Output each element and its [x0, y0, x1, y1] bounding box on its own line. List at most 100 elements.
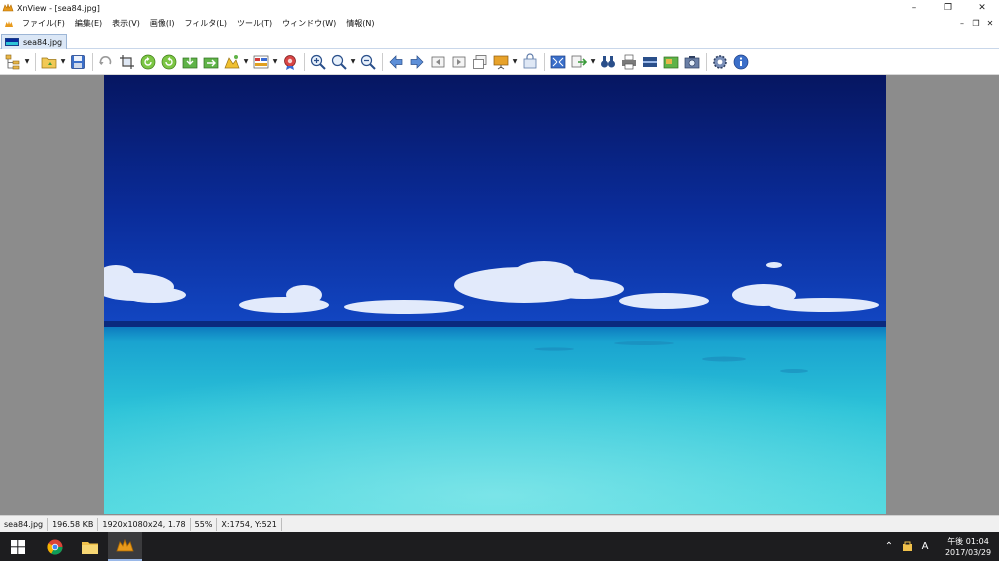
- last-icon: [449, 52, 469, 72]
- fullscreen-button[interactable]: [548, 51, 568, 73]
- mdi-minimize-icon[interactable]: –: [955, 19, 969, 28]
- minimize-icon: –: [911, 3, 917, 13]
- adjust-button[interactable]: ▼: [222, 51, 250, 73]
- chevron-down-icon[interactable]: ▼: [242, 52, 250, 72]
- gear-icon: [710, 52, 730, 72]
- open-folder-icon: [39, 52, 59, 72]
- fullscreen-icon: [548, 52, 568, 72]
- clock-date: 2017/03/29: [944, 547, 992, 557]
- chevron-down-icon[interactable]: ▼: [59, 52, 67, 72]
- menu-bar: ファイル(F) 編集(E) 表示(V) 画像(I) フィルタ(L) ツール(T)…: [0, 16, 999, 31]
- menu-tools[interactable]: ツール(T): [232, 18, 277, 29]
- menu-file[interactable]: ファイル(F): [17, 18, 70, 29]
- minimize-button[interactable]: –: [897, 0, 931, 16]
- export-button[interactable]: [201, 51, 221, 73]
- ime-mode-indicator[interactable]: A: [917, 539, 933, 555]
- export-icon: [201, 52, 221, 72]
- close-icon: ✕: [978, 3, 986, 13]
- toolbar: ▼ ▼ ▼ ▼ ▼ ▼ ▼: [0, 49, 999, 75]
- last-button[interactable]: [449, 51, 469, 73]
- browser-tree-icon: [3, 52, 23, 72]
- chevron-down-icon[interactable]: ▼: [23, 52, 31, 72]
- rotate-left-button[interactable]: [138, 51, 158, 73]
- menu-window[interactable]: ウィンドウ(W): [277, 18, 341, 29]
- restore-icon: ❐: [943, 3, 953, 13]
- import-button[interactable]: [180, 51, 200, 73]
- browser-tree-button[interactable]: ▼: [3, 51, 31, 73]
- print-button[interactable]: [619, 51, 639, 73]
- undo-button[interactable]: [96, 51, 116, 73]
- image-viewer[interactable]: [0, 75, 999, 515]
- chevron-down-icon[interactable]: ▼: [589, 52, 597, 72]
- copy-button[interactable]: [470, 51, 490, 73]
- menu-image[interactable]: 画像(I): [145, 18, 180, 29]
- ime-pad-icon[interactable]: [899, 539, 915, 555]
- tab-bar: sea84.jpg: [0, 31, 999, 49]
- mdi-close-icon[interactable]: ✕: [983, 19, 997, 28]
- chevron-down-icon[interactable]: ▼: [511, 52, 519, 72]
- start-button[interactable]: [0, 532, 36, 561]
- info-button[interactable]: [731, 51, 751, 73]
- camera-icon: [682, 52, 702, 72]
- taskbar-xnview[interactable]: [108, 532, 142, 561]
- find-button[interactable]: [598, 51, 618, 73]
- save-icon: [68, 52, 88, 72]
- zoom-icon: [329, 52, 349, 72]
- binoculars-icon: [598, 52, 618, 72]
- crop-icon: [117, 52, 137, 72]
- tab-sea84[interactable]: sea84.jpg: [1, 34, 67, 49]
- crop-button[interactable]: [117, 51, 137, 73]
- chevron-down-icon[interactable]: ▼: [271, 52, 279, 72]
- color-icon: [251, 52, 271, 72]
- toolbar-separator: [35, 52, 36, 71]
- effects-icon: [280, 52, 300, 72]
- restore-button[interactable]: ❐: [931, 0, 965, 16]
- zoom-in-button[interactable]: [308, 51, 328, 73]
- menu-filter[interactable]: フィルタ(L): [179, 18, 232, 29]
- mdi-restore-icon[interactable]: ❐: [969, 19, 983, 28]
- info-icon: [731, 52, 751, 72]
- slideshow-button[interactable]: ▼: [491, 51, 519, 73]
- menu-info[interactable]: 情報(N): [341, 18, 379, 29]
- convert-button[interactable]: ▼: [569, 51, 597, 73]
- chevron-up-icon[interactable]: ⌃: [881, 539, 897, 555]
- menu-view[interactable]: 表示(V): [107, 18, 145, 29]
- xnview-menu-icon[interactable]: [4, 19, 14, 29]
- system-tray: ⌃ A 午後 01:04 2017/03/29: [881, 532, 999, 561]
- chrome-icon: [47, 539, 63, 555]
- toolbar-separator: [544, 52, 545, 71]
- close-button[interactable]: ✕: [965, 0, 999, 16]
- first-button[interactable]: [428, 51, 448, 73]
- taskbar-chrome[interactable]: [38, 532, 72, 561]
- file-explorer-icon: [82, 541, 98, 554]
- toolbar-separator: [382, 52, 383, 71]
- chevron-down-icon[interactable]: ▼: [349, 52, 357, 72]
- taskbar-file-explorer[interactable]: [73, 532, 107, 561]
- settings-button[interactable]: [710, 51, 730, 73]
- title-bar: XnView - [sea84.jpg] – ❐ ✕: [0, 0, 999, 16]
- windows-logo-icon: [11, 539, 25, 554]
- zoom-button[interactable]: ▼: [329, 51, 357, 73]
- menu-edit[interactable]: 編集(E): [70, 18, 107, 29]
- rotate-left-icon: [138, 52, 158, 72]
- capture-button[interactable]: [661, 51, 681, 73]
- effects-button[interactable]: [280, 51, 300, 73]
- previous-button[interactable]: [386, 51, 406, 73]
- status-dimensions: 1920x1080x24, 1.78: [98, 517, 191, 531]
- status-zoom: 55%: [191, 517, 218, 531]
- color-button[interactable]: ▼: [251, 51, 279, 73]
- next-button[interactable]: [407, 51, 427, 73]
- print-icon: [619, 52, 639, 72]
- clock[interactable]: 午後 01:04 2017/03/29: [939, 536, 997, 558]
- rotate-right-icon: [159, 52, 179, 72]
- window-title: XnView - [sea84.jpg]: [17, 3, 100, 13]
- open-folder-button[interactable]: ▼: [39, 51, 67, 73]
- lock-button[interactable]: [520, 51, 540, 73]
- zoom-out-button[interactable]: [358, 51, 378, 73]
- xnview-icon: [116, 538, 134, 551]
- scanner-button[interactable]: [640, 51, 660, 73]
- camera-button[interactable]: [682, 51, 702, 73]
- lock-icon: [520, 52, 540, 72]
- save-button[interactable]: [68, 51, 88, 73]
- rotate-right-button[interactable]: [159, 51, 179, 73]
